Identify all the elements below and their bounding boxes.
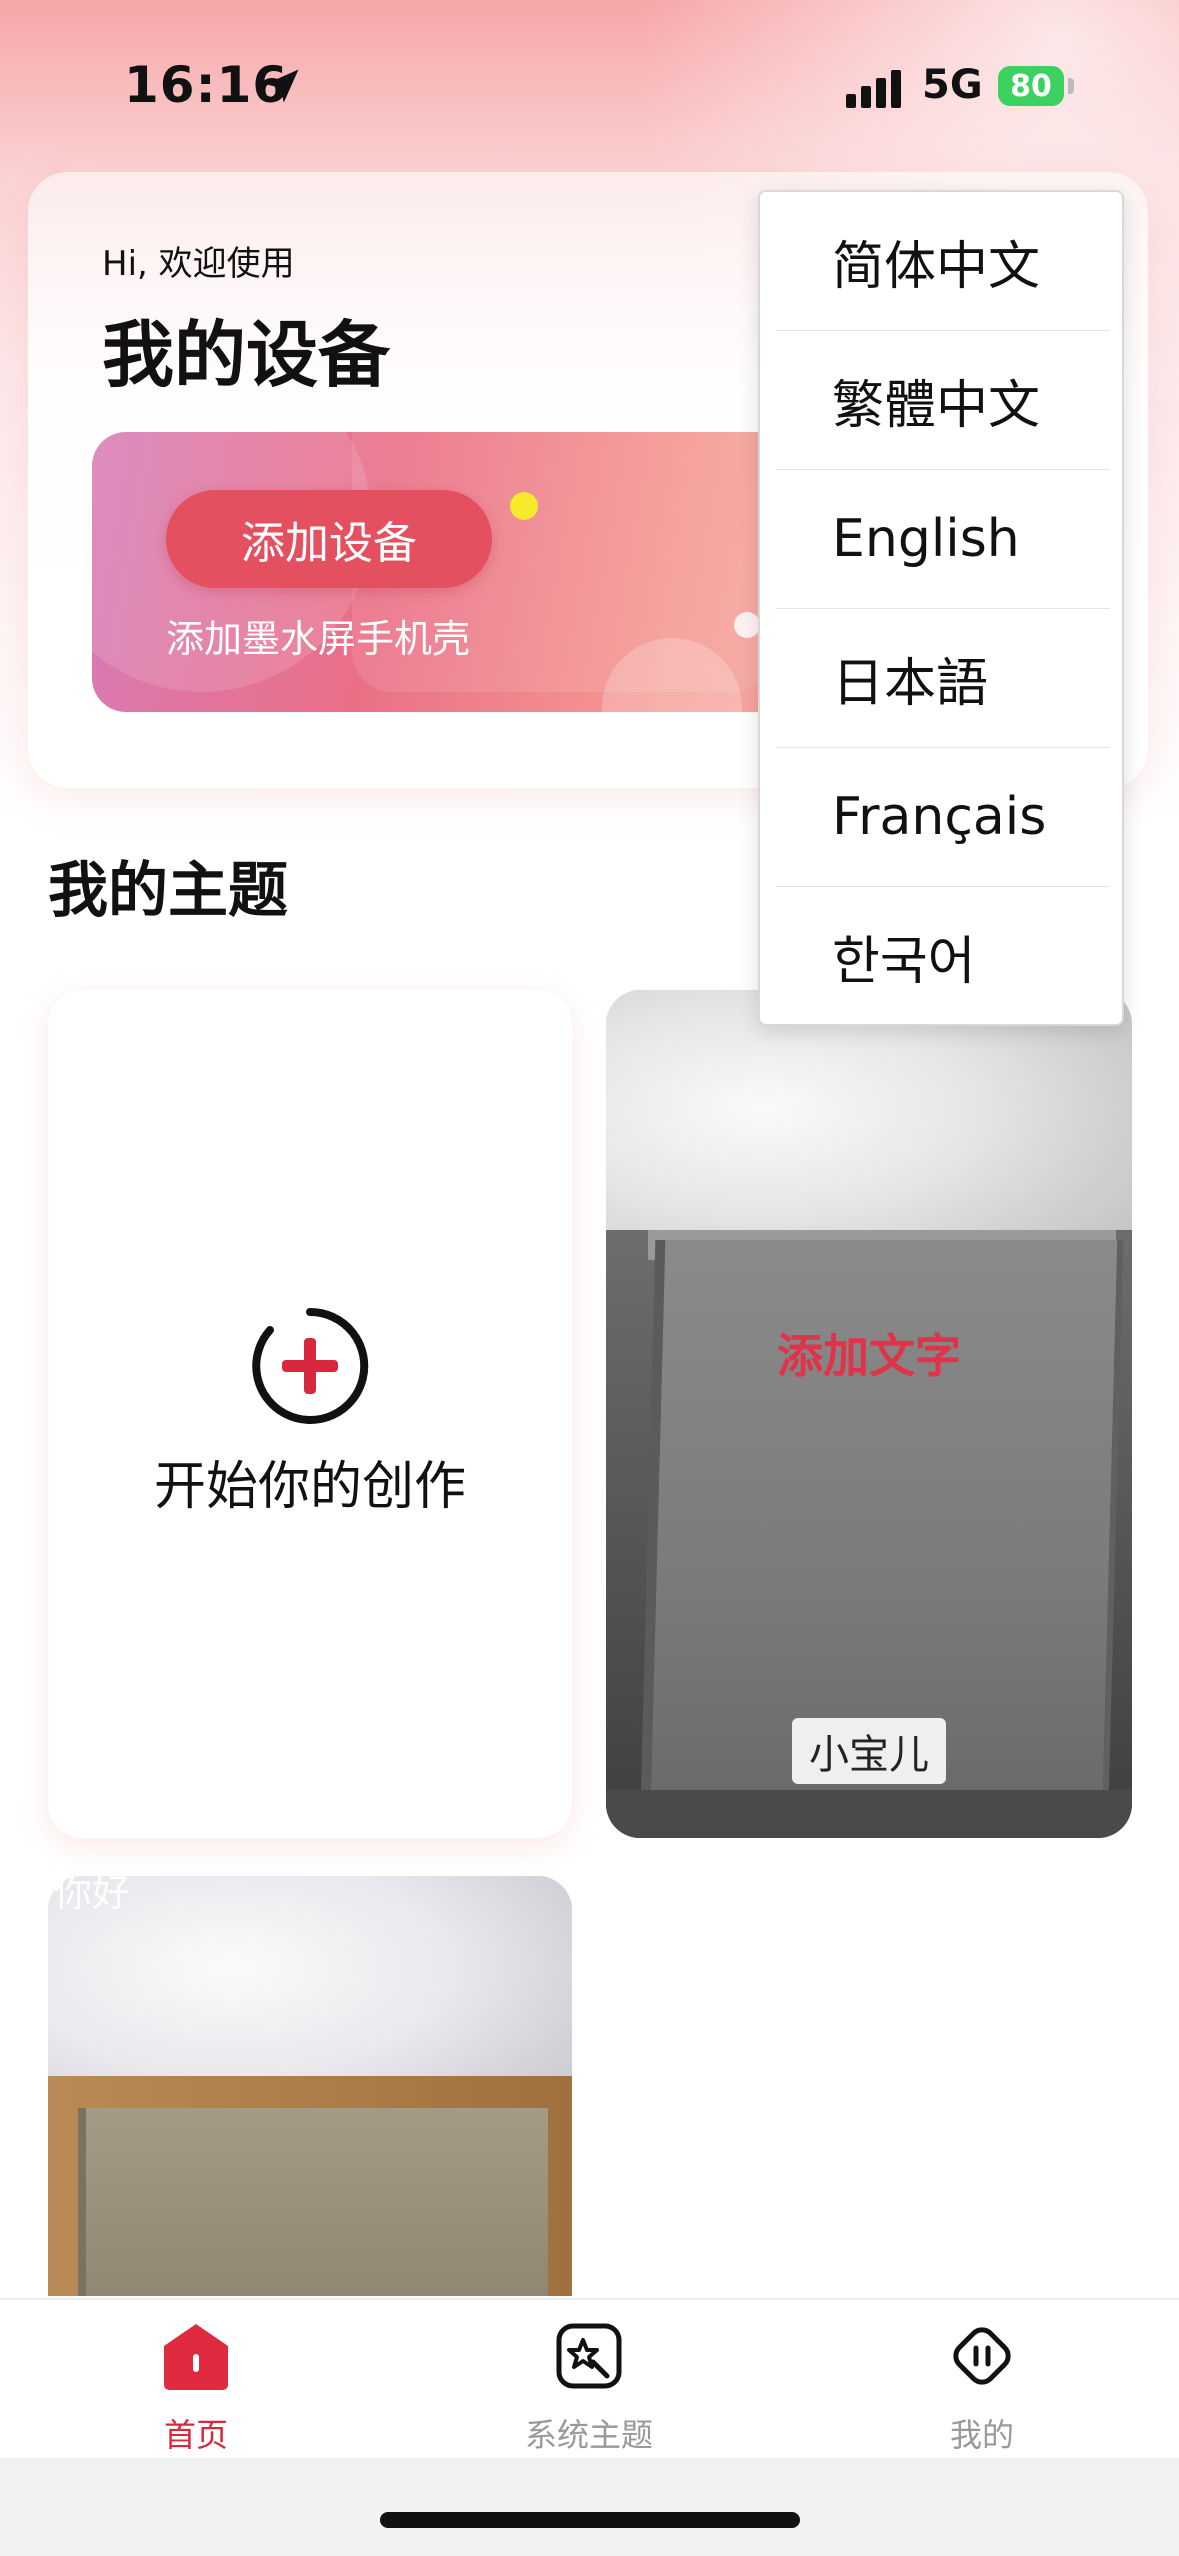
add-device-button[interactable]: 添加设备 — [166, 490, 492, 588]
battery-cap — [1068, 78, 1074, 94]
magic-theme-icon — [556, 2323, 622, 2389]
create-theme-label: 开始你的创作 — [153, 1457, 466, 1517]
status-bar: 16:16 5G 80 — [0, 0, 1179, 170]
add-circle-icon — [252, 1307, 369, 1424]
add-device-subtitle: 添加墨水屏手机壳 — [166, 617, 471, 661]
language-option-zh-hans[interactable]: 简体中文 — [776, 192, 1110, 331]
profile-icon — [953, 2327, 1011, 2385]
battery-icon: 80 — [998, 66, 1064, 106]
home-indicator-area — [0, 2458, 1179, 2556]
theme-photo-box — [78, 2108, 548, 2296]
theme-photo-box-bottom — [606, 1790, 1132, 1838]
my-devices-title: 我的设备 — [102, 313, 391, 397]
language-option-en[interactable]: English — [776, 470, 1110, 609]
tab-system-themes[interactable]: 系统主题 — [459, 2300, 719, 2460]
language-dropdown: 简体中文 繁體中文 English 日本語 Français 한국어 — [758, 190, 1124, 1026]
network-type: 5G — [922, 62, 983, 108]
home-indicator[interactable] — [380, 2512, 800, 2528]
theme-sticker: 小宝儿 — [792, 1718, 946, 1784]
theme-overlay-text: 你好 — [54, 1871, 131, 1915]
tab-home-label: 首页 — [163, 2416, 228, 2454]
language-option-fr[interactable]: Français — [776, 748, 1110, 887]
theme-card[interactable] — [48, 1876, 572, 2296]
theme-card[interactable]: 添加文字 小宝儿 — [606, 990, 1132, 1838]
my-themes-title: 我的主题 — [48, 856, 288, 926]
language-option-ko[interactable]: 한국어 — [776, 887, 1110, 1026]
location-arrow-icon — [265, 69, 299, 103]
bottom-tab-bar: 首页 系统主题 我的 — [0, 2298, 1179, 2458]
banner-dot — [734, 612, 760, 638]
battery-level: 80 — [1010, 68, 1052, 104]
home-icon — [164, 2324, 228, 2390]
language-option-ja[interactable]: 日本語 — [776, 609, 1110, 748]
language-option-zh-hant[interactable]: 繁體中文 — [776, 331, 1110, 470]
signal-icon — [846, 68, 906, 108]
tab-profile-label: 我的 — [949, 2416, 1014, 2454]
greeting-text: Hi, 欢迎使用 — [102, 244, 295, 284]
tab-system-themes-label: 系统主题 — [524, 2416, 653, 2454]
banner-dot — [510, 492, 538, 520]
tab-home[interactable]: 首页 — [66, 2300, 326, 2460]
create-theme-card[interactable]: 开始你的创作 — [48, 990, 572, 1838]
theme-overlay-text: 添加文字 — [777, 1329, 961, 1383]
tab-profile[interactable]: 我的 — [852, 2300, 1112, 2460]
